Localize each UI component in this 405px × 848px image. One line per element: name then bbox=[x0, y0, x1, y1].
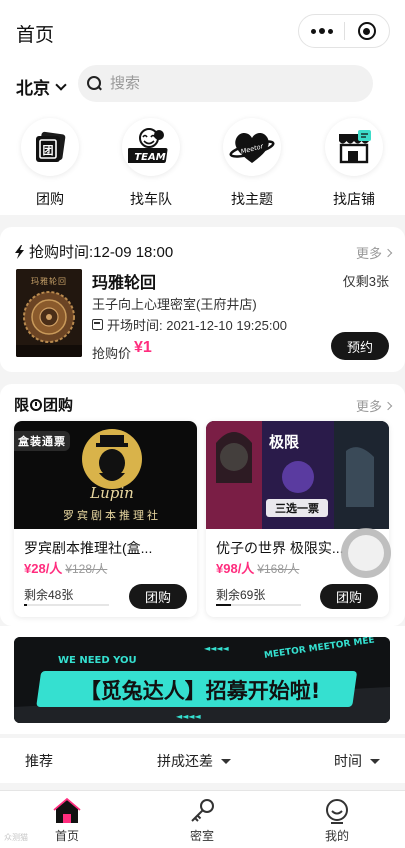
dot-icon bbox=[327, 28, 333, 34]
team-icon: TEAM bbox=[122, 118, 180, 176]
filter-time[interactable]: 时间 bbox=[334, 751, 380, 771]
svg-text:【觅兔达人】招募开始啦!: 【觅兔达人】招募开始啦! bbox=[80, 679, 321, 703]
dot-icon bbox=[318, 28, 325, 34]
category-label: 找车队 bbox=[130, 191, 172, 207]
clock-icon bbox=[30, 398, 43, 411]
card-remain: 剩余48张 bbox=[24, 588, 74, 602]
target-icon bbox=[357, 22, 376, 40]
lightning-icon bbox=[15, 244, 24, 259]
svg-text:◄◄◄◄: ◄◄◄◄ bbox=[204, 644, 229, 653]
category-store[interactable]: 找店铺 bbox=[314, 118, 394, 209]
watermark: 众测猫 bbox=[4, 833, 28, 842]
chevron-right-icon bbox=[383, 248, 393, 257]
calendar-icon bbox=[92, 319, 103, 330]
flash-sale-heading: 抢购时间:12-09 18:00 bbox=[14, 241, 173, 262]
game-name[interactable]: 玛雅轮回 bbox=[92, 269, 156, 293]
group-buy-card[interactable]: Lupin 罗宾剧本推理社 盒装通票 罗宾剧本推理社(盒... ¥28/人 ¥12… bbox=[14, 421, 197, 617]
filter-recommend[interactable]: 推荐 bbox=[25, 751, 53, 771]
recruit-banner[interactable]: WE NEED YOU ◄◄◄◄ MEETOR MEETOR MEE 【觅兔达人… bbox=[14, 637, 390, 723]
bottom-tab-bar: 首页 密室 我的 bbox=[0, 790, 405, 848]
caret-down-icon bbox=[221, 758, 231, 764]
book-button[interactable]: 预约 bbox=[331, 332, 389, 360]
group-buy-section: 限 团购 更多 Lupin 罗宾剧本推理社 盒装通票 罗宾剧本推理社(盒... … bbox=[0, 384, 405, 626]
shop-name: 王子向上心理密室(王府井店) bbox=[92, 297, 257, 312]
tab-profile[interactable]: 我的 bbox=[297, 796, 377, 844]
progress-fill bbox=[216, 604, 232, 606]
search-input[interactable] bbox=[110, 75, 350, 92]
chevron-right-icon bbox=[383, 401, 393, 410]
group-buy-icon: 团 bbox=[21, 118, 79, 176]
group-buy-more-link[interactable]: 更多 bbox=[356, 396, 393, 415]
city-label: 北京 bbox=[16, 79, 50, 98]
chevron-down-icon bbox=[55, 78, 67, 91]
group-buy-card[interactable]: 极限 三选一票 优子の世界 极限实... ¥98/人 ¥168/人 剩余69张 团… bbox=[206, 421, 389, 617]
search-bar[interactable] bbox=[78, 65, 373, 102]
card-title: 罗宾剧本推理社(盒... bbox=[24, 540, 153, 556]
svg-text:WE NEED YOU: WE NEED YOU bbox=[58, 655, 137, 666]
filter-missing-players[interactable]: 拼成还差 bbox=[157, 751, 231, 771]
filter-bar: 推荐 拼成还差 时间 bbox=[0, 738, 405, 783]
floating-assistant-button[interactable] bbox=[341, 528, 391, 578]
home-icon bbox=[52, 796, 82, 826]
group-buy-heading: 限 团购 bbox=[14, 397, 74, 414]
flash-sale-more-link[interactable]: 更多 bbox=[356, 243, 393, 262]
group-buy-button[interactable]: 团购 bbox=[320, 584, 378, 609]
category-label: 团购 bbox=[36, 191, 64, 207]
miniprogram-capsule bbox=[298, 14, 390, 48]
svg-text:玛雅轮回: 玛雅轮回 bbox=[31, 276, 67, 286]
profile-icon bbox=[322, 796, 352, 826]
svg-text:Lupin: Lupin bbox=[89, 484, 134, 502]
key-icon bbox=[187, 796, 217, 826]
svg-text:三选一票: 三选一票 bbox=[275, 501, 319, 515]
close-miniprogram-button[interactable] bbox=[345, 15, 389, 47]
category-team[interactable]: TEAM 找车队 bbox=[111, 118, 191, 209]
remain-progress-bar bbox=[216, 604, 301, 606]
caret-down-icon bbox=[370, 758, 380, 764]
page-title: 首页 bbox=[16, 25, 55, 46]
category-label: 找店铺 bbox=[333, 191, 375, 207]
progress-fill bbox=[24, 604, 27, 606]
search-icon bbox=[87, 76, 102, 91]
category-group-buy[interactable]: 团 团购 bbox=[10, 118, 90, 209]
flash-sale-section: 抢购时间:12-09 18:00 更多 玛雅轮回 玛雅轮回 仅剩3张 王子向上心… bbox=[0, 227, 405, 372]
tab-escape-room[interactable]: 密室 bbox=[162, 796, 242, 844]
circle-icon bbox=[348, 535, 384, 571]
svg-text:TEAM: TEAM bbox=[134, 152, 165, 163]
start-time: 开场时间: 2021-12-10 19:25:00 bbox=[92, 315, 287, 334]
card-image: 极限 三选一票 bbox=[206, 421, 389, 529]
banner-section: WE NEED YOU ◄◄◄◄ MEETOR MEETOR MEE 【觅兔达人… bbox=[0, 626, 405, 734]
svg-text:罗宾剧本推理社: 罗宾剧本推理社 bbox=[63, 508, 161, 522]
category-label: 找主题 bbox=[231, 191, 273, 207]
store-icon bbox=[325, 118, 383, 176]
theme-icon: Meetor bbox=[223, 118, 281, 176]
header: 首页 北京 团 团购 bbox=[0, 0, 405, 215]
svg-text:极限: 极限 bbox=[269, 433, 299, 451]
category-row: 团 团购 TEAM 找车队 Meetor 找主题 找店铺 bbox=[0, 118, 405, 210]
more-menu-button[interactable] bbox=[299, 15, 344, 47]
flash-price: ¥1 bbox=[134, 339, 152, 356]
remain-progress-bar bbox=[24, 604, 109, 606]
card-price: ¥98/人 ¥168/人 bbox=[216, 561, 300, 576]
game-poster[interactable]: 玛雅轮回 bbox=[16, 269, 82, 357]
city-selector[interactable]: 北京 bbox=[16, 74, 67, 99]
svg-text:团: 团 bbox=[43, 144, 54, 157]
category-theme[interactable]: Meetor 找主题 bbox=[212, 118, 292, 209]
ticket-tag: 盒装通票 bbox=[14, 431, 70, 451]
svg-text:◄◄◄◄: ◄◄◄◄ bbox=[176, 712, 201, 721]
tab-home[interactable]: 首页 bbox=[27, 796, 107, 844]
price-label: 抢购价 bbox=[92, 346, 132, 361]
card-price: ¥28/人 ¥128/人 bbox=[24, 561, 108, 576]
stock-left: 仅剩3张 bbox=[342, 274, 389, 289]
group-buy-button[interactable]: 团购 bbox=[129, 584, 187, 609]
card-remain: 剩余69张 bbox=[216, 588, 266, 602]
dot-icon bbox=[310, 28, 316, 34]
